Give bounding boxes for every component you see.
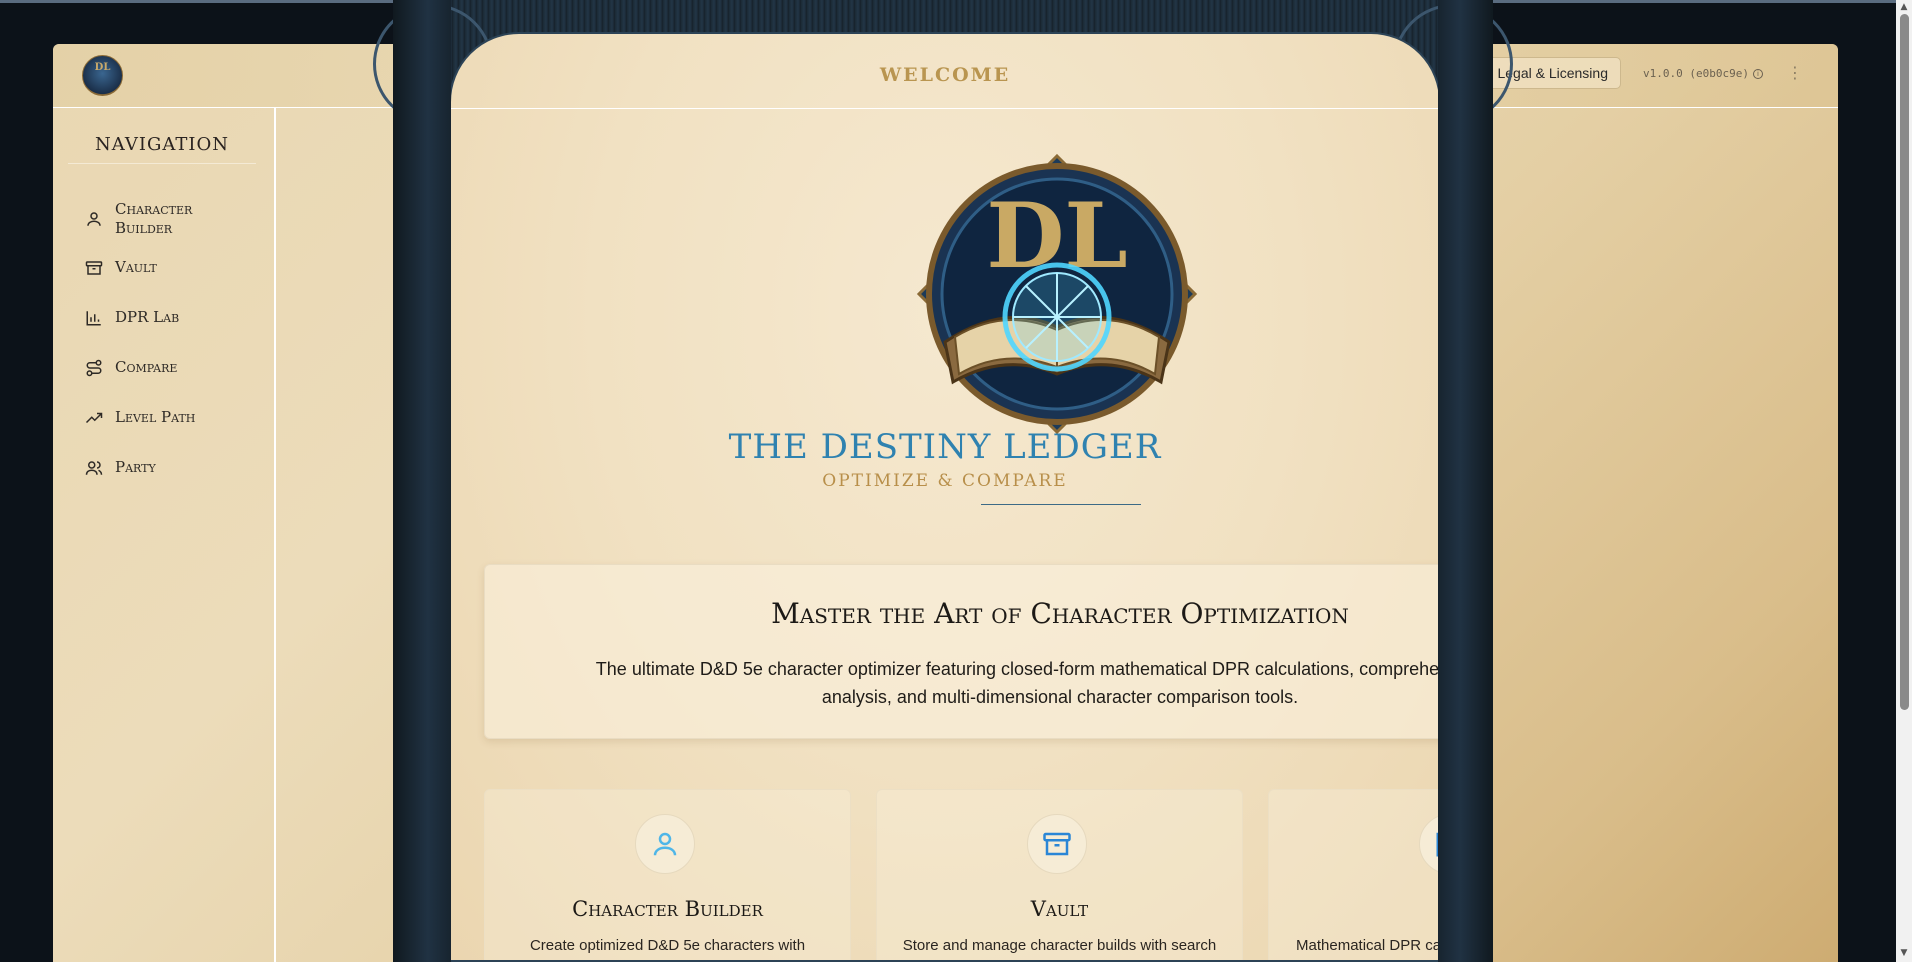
frame-left-pillar xyxy=(393,0,451,962)
version-text: v1.0.0 (e0b0c9e) xyxy=(1643,67,1749,80)
intro-title: Master the Art of Character Optimization xyxy=(771,597,1349,630)
route-icon xyxy=(86,359,102,376)
app-logo[interactable]: DL xyxy=(82,55,123,96)
sidebar-item-compare[interactable]: Compare xyxy=(85,358,177,377)
trending-up-icon xyxy=(85,412,103,423)
sidebar-item-label: Vault xyxy=(115,258,157,276)
brand-subtitle: OPTIMIZE & COMPARE xyxy=(822,471,1068,491)
sidebar-item-vault[interactable]: Vault xyxy=(85,258,157,277)
bar-chart-icon xyxy=(86,310,101,325)
intro-card: Master the Art of Character Optimization… xyxy=(484,564,1441,739)
feature-description: Mathematical DPR calculations with proba… xyxy=(1296,937,1441,954)
feature-card-character-builder[interactable]: Character Builder Create optimized D&D 5… xyxy=(484,789,851,960)
version-label[interactable]: v1.0.0 (e0b0c9e) i xyxy=(1643,67,1763,80)
feature-icon-circle xyxy=(635,814,695,874)
feature-card-vault[interactable]: Vault Store and manage character builds … xyxy=(876,789,1243,960)
sidebar-item-label: Compare xyxy=(115,358,178,376)
sidebar-item-label: Character Builder xyxy=(115,200,193,237)
welcome-panel: WELCOME DL THE DESTINY LEDGER OPTIMIZE &… xyxy=(449,32,1441,962)
app-logo-text: DL xyxy=(94,62,111,73)
sidebar-item-dpr-lab[interactable]: DPR Lab xyxy=(85,308,179,327)
intro-text: The ultimate D&D 5e character optimizer … xyxy=(595,659,1441,707)
more-menu-icon[interactable]: ⋮ xyxy=(1787,58,1803,88)
divider xyxy=(451,108,1439,109)
users-icon xyxy=(85,460,103,475)
page-scrollbar[interactable]: ▲ ▼ xyxy=(1896,0,1912,962)
destiny-ledger-emblem: DL xyxy=(916,153,1198,435)
user-icon xyxy=(653,832,677,856)
info-icon[interactable]: i xyxy=(1752,68,1763,79)
feature-description: Create optimized D&D 5e characters with … xyxy=(529,937,806,960)
sidebar: NAVIGATION Character Builder Vault DPR L… xyxy=(53,108,276,962)
feature-description: Store and manage character builds with s… xyxy=(902,937,1217,960)
sidebar-item-label: DPR Lab xyxy=(115,308,180,326)
feature-title: Character Builder xyxy=(572,897,763,921)
sidebar-item-label: Level Path xyxy=(115,408,196,426)
sidebar-item-party[interactable]: Party xyxy=(85,458,156,477)
brand-divider xyxy=(981,504,1141,505)
sidebar-item-level-path[interactable]: Level Path xyxy=(85,408,195,427)
feature-icon-circle xyxy=(1027,814,1087,874)
feature-title: Vault xyxy=(1030,897,1089,921)
scroll-thumb[interactable] xyxy=(1900,14,1909,710)
sidebar-item-character-builder[interactable]: Character Builder xyxy=(85,200,225,238)
sidebar-item-label: Party xyxy=(115,458,156,476)
feature-card-dpr-lab[interactable]: Mathematical DPR calculations with proba… xyxy=(1268,789,1441,960)
frame-right-pillar xyxy=(1438,0,1493,962)
archive-icon xyxy=(85,260,103,275)
user-icon xyxy=(87,212,101,226)
brand-title: THE DESTINY LEDGER xyxy=(728,427,1162,467)
archive-icon xyxy=(1043,832,1071,856)
welcome-heading: WELCOME xyxy=(879,64,1011,86)
navigation-title: NAVIGATION xyxy=(68,134,256,164)
scroll-down-icon[interactable]: ▼ xyxy=(1899,948,1909,958)
scroll-up-icon[interactable]: ▲ xyxy=(1899,2,1909,12)
